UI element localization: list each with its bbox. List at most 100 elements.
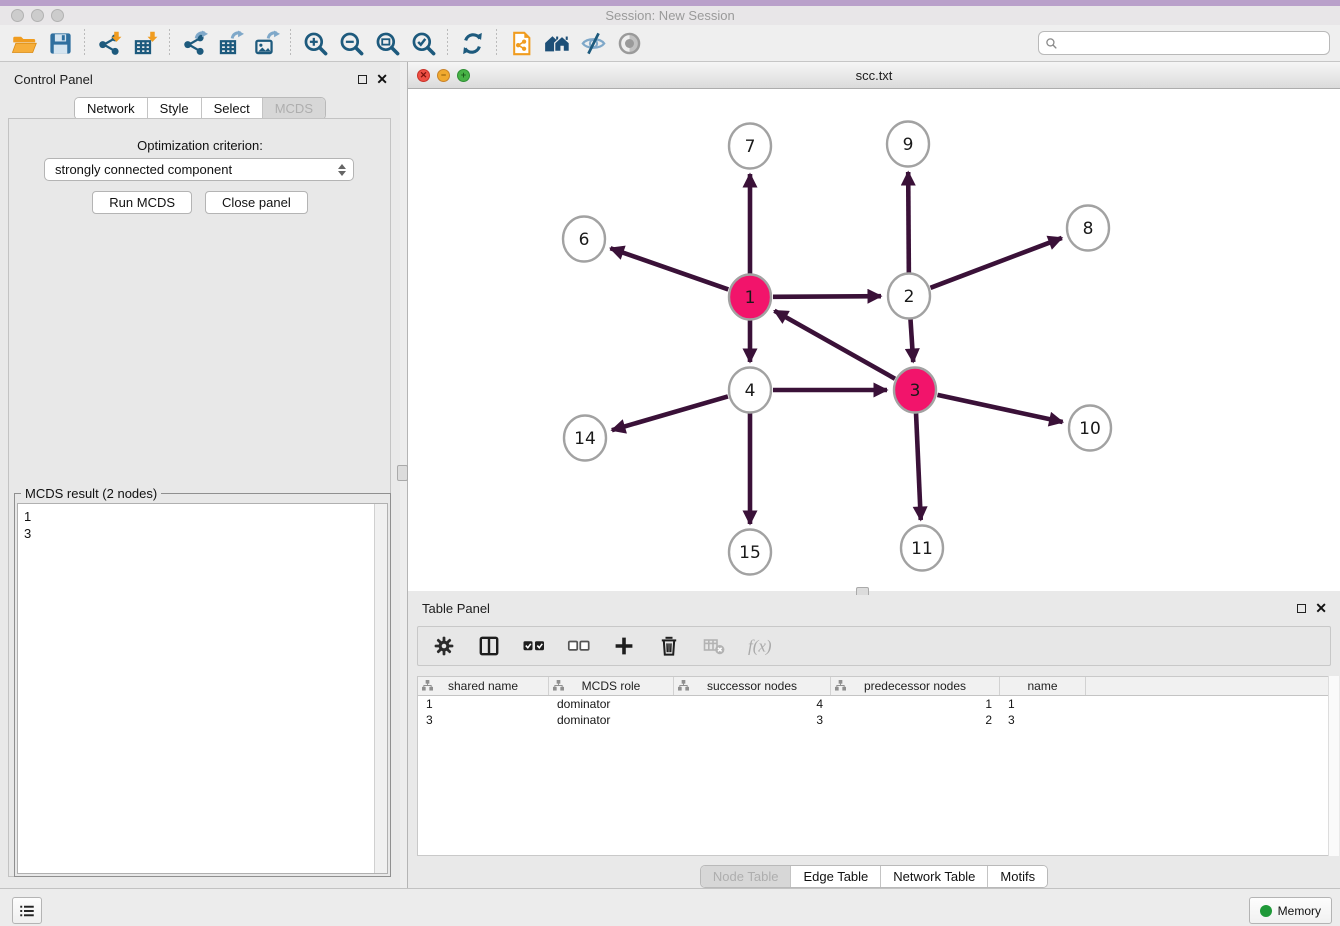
toolbar-separator: [496, 29, 497, 57]
graph-node-label: 8: [1083, 219, 1094, 239]
save-session-icon: [47, 30, 74, 57]
control-panel-title: Control Panel: [14, 72, 93, 87]
session-title: Session: New Session: [0, 8, 1340, 23]
network-view-title: scc.txt: [408, 68, 1340, 83]
table-row[interactable]: 1dominator411: [418, 696, 1330, 712]
criterion-select-value: strongly connected component: [55, 162, 232, 177]
graph-edge-3-11[interactable]: [916, 413, 921, 520]
graph-edge-3-10[interactable]: [937, 395, 1062, 422]
settings-gear-button[interactable]: [430, 632, 458, 660]
zoom-selected-button[interactable]: [405, 27, 441, 59]
zoom-selected-icon: [410, 30, 437, 57]
graph-edge-1-6[interactable]: [610, 248, 728, 289]
import-table-button[interactable]: [127, 27, 163, 59]
titlebar-accent-strip: [0, 0, 1340, 6]
tab-motifs[interactable]: Motifs: [988, 866, 1047, 887]
column-header-name[interactable]: name: [1000, 677, 1086, 695]
column-header-predecessor-nodes[interactable]: predecessor nodes: [831, 677, 1000, 695]
graph-edge-3-1[interactable]: [774, 311, 895, 379]
tab-style[interactable]: Style: [148, 98, 202, 119]
table-tabs: Node TableEdge TableNetwork TableMotifs: [408, 865, 1340, 888]
mcds-result-box[interactable]: 1 3: [17, 503, 388, 874]
graph-node-label: 11: [911, 539, 933, 559]
vertical-splitter[interactable]: [400, 62, 408, 888]
zoom-out-icon: [338, 30, 365, 57]
table-cell: 1: [1000, 697, 1086, 711]
clone-network-button[interactable]: [503, 27, 539, 59]
column-type-icon: [678, 680, 689, 691]
add-row-plus-button[interactable]: [610, 632, 638, 660]
export-image-icon: [253, 30, 280, 57]
tab-mcds[interactable]: MCDS: [263, 98, 325, 119]
tab-select[interactable]: Select: [202, 98, 263, 119]
graph-edge-2-9[interactable]: [908, 172, 909, 273]
graph-edge-4-14[interactable]: [612, 396, 728, 430]
vertical-splitter-handle[interactable]: [397, 465, 408, 481]
mcds-result-scrollbar[interactable]: [374, 504, 387, 873]
export-table-button[interactable]: [212, 27, 248, 59]
graph-edge-1-2[interactable]: [773, 296, 881, 297]
list-icon: [18, 902, 36, 920]
table-header-row: shared nameMCDS rolesuccessor nodesprede…: [418, 677, 1330, 696]
tab-node-table[interactable]: Node Table: [701, 866, 792, 887]
zoom-in-button[interactable]: [297, 27, 333, 59]
tab-network-table[interactable]: Network Table: [881, 866, 988, 887]
column-header-MCDS-role[interactable]: MCDS role: [549, 677, 674, 695]
search-box[interactable]: [1038, 31, 1330, 55]
zoom-fit-button[interactable]: [369, 27, 405, 59]
zoom-fit-icon: [374, 30, 401, 57]
graph-node-label: 9: [903, 135, 914, 155]
select-stepper-icon: [338, 164, 346, 176]
save-session-button[interactable]: [42, 27, 78, 59]
toggle-columns-button[interactable]: [475, 632, 503, 660]
import-table-icon: [132, 30, 159, 57]
eye-disabled-button[interactable]: [611, 27, 647, 59]
column-header-shared-name[interactable]: shared name: [418, 677, 549, 695]
column-header-successor-nodes[interactable]: successor nodes: [674, 677, 831, 695]
table-cell: 1: [418, 697, 549, 711]
apply-layout-icon: [459, 30, 486, 57]
delete-table-disabled-icon: [702, 634, 726, 658]
mcds-result-legend: MCDS result (2 nodes): [21, 486, 161, 501]
memory-button[interactable]: Memory: [1249, 897, 1332, 924]
table-cell: 3: [674, 713, 831, 727]
export-image-button[interactable]: [248, 27, 284, 59]
search-icon: [1045, 37, 1058, 50]
import-network-button[interactable]: [91, 27, 127, 59]
criterion-select[interactable]: strongly connected component: [44, 158, 354, 181]
search-input[interactable]: [1062, 35, 1329, 51]
apply-layout-button[interactable]: [454, 27, 490, 59]
deselect-all-checks-button[interactable]: [565, 632, 593, 660]
home-button[interactable]: [539, 27, 575, 59]
network-view-window: ✕ − + scc.txt 7968124314101511: [408, 62, 1340, 591]
close-panel-button[interactable]: Close panel: [205, 191, 308, 214]
tab-network[interactable]: Network: [75, 98, 148, 119]
settings-gear-icon: [432, 634, 456, 658]
graph-edge-2-3[interactable]: [910, 319, 913, 362]
zoom-out-button[interactable]: [333, 27, 369, 59]
column-type-icon: [553, 680, 564, 691]
select-all-checks-button[interactable]: [520, 632, 548, 660]
toggle-columns-icon: [477, 634, 501, 658]
table-row[interactable]: 3dominator323: [418, 712, 1330, 728]
hide-panel-eye-button[interactable]: [575, 27, 611, 59]
optimization-criterion-label: Optimization criterion:: [0, 138, 400, 153]
export-network-button[interactable]: [176, 27, 212, 59]
close-panel-icon[interactable]: ✕: [376, 74, 388, 84]
float-table-panel-icon[interactable]: [1297, 604, 1306, 613]
close-table-panel-icon[interactable]: ✕: [1315, 603, 1327, 613]
table-scrollbar[interactable]: [1328, 676, 1339, 856]
run-mcds-button[interactable]: Run MCDS: [92, 191, 192, 214]
float-panel-icon[interactable]: [358, 75, 367, 84]
tab-edge-table[interactable]: Edge Table: [791, 866, 881, 887]
memory-label: Memory: [1278, 904, 1321, 918]
toolbar-separator: [84, 29, 85, 57]
task-history-button[interactable]: [12, 897, 42, 924]
control-panel-tabs: NetworkStyleSelectMCDS: [0, 97, 400, 120]
open-file-button[interactable]: [6, 27, 42, 59]
network-canvas[interactable]: 7968124314101511: [408, 89, 1340, 591]
graph-edge-2-8[interactable]: [931, 238, 1062, 288]
eye-disabled-icon: [616, 30, 643, 57]
delete-rows-trash-button[interactable]: [655, 632, 683, 660]
home-icon: [544, 30, 571, 57]
